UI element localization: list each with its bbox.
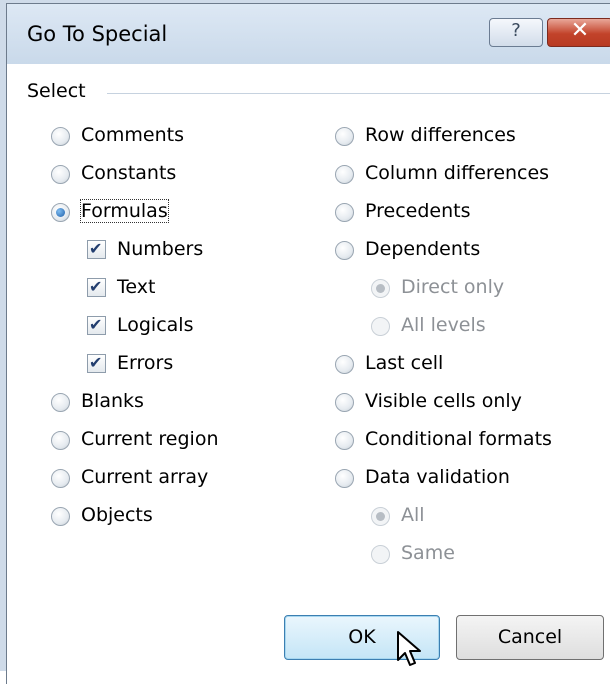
- radio-icon[interactable]: [335, 469, 354, 488]
- option-label: Current region: [81, 428, 219, 450]
- option-label: Data validation: [365, 466, 510, 488]
- checkbox-label: Text: [117, 276, 156, 298]
- radio-icon[interactable]: [51, 127, 70, 146]
- checkbox-checked-icon[interactable]: [87, 277, 106, 297]
- option-label: Conditional formats: [365, 428, 552, 450]
- option-label: Objects: [81, 504, 153, 526]
- radio-disabled-icon[interactable]: [371, 545, 390, 564]
- close-icon: ✕: [570, 18, 590, 43]
- checkbox-checked-icon[interactable]: [87, 239, 106, 259]
- screen-background: Go To Special ? ✕ Select Comments Consta…: [0, 0, 610, 684]
- option-label: All: [401, 504, 425, 526]
- radio-selected-icon[interactable]: [51, 203, 70, 222]
- option-label: Comments: [81, 124, 184, 146]
- title-bar: Go To Special ? ✕: [7, 4, 610, 64]
- select-group-label: Select: [27, 80, 86, 102]
- close-button[interactable]: ✕: [547, 18, 610, 47]
- radio-icon[interactable]: [335, 127, 354, 146]
- radio-icon[interactable]: [335, 165, 354, 184]
- radio-icon[interactable]: [51, 469, 70, 488]
- dialog-title: Go To Special: [27, 22, 168, 46]
- radio-disabled-icon[interactable]: [371, 317, 390, 336]
- option-label: Formulas: [80, 199, 169, 223]
- checkbox-checked-icon[interactable]: [87, 315, 106, 335]
- radio-icon[interactable]: [51, 165, 70, 184]
- group-divider: [107, 93, 610, 94]
- radio-icon[interactable]: [51, 507, 70, 526]
- dialog-body: Select Comments Constants Formulas Numbe…: [7, 64, 610, 684]
- radio-disabled-selected-icon[interactable]: [371, 279, 390, 298]
- checkbox-label: Errors: [117, 352, 174, 374]
- option-label: Row differences: [365, 124, 516, 146]
- option-label: All levels: [401, 314, 486, 336]
- radio-icon[interactable]: [335, 241, 354, 260]
- radio-icon[interactable]: [335, 393, 354, 412]
- option-label: Precedents: [365, 200, 471, 222]
- radio-disabled-selected-icon[interactable]: [371, 507, 390, 526]
- option-label: Constants: [81, 162, 177, 184]
- option-label: Visible cells only: [365, 390, 522, 412]
- option-label: Last cell: [365, 352, 444, 374]
- go-to-special-dialog: Go To Special ? ✕ Select Comments Consta…: [6, 3, 610, 684]
- checkbox-label: Numbers: [117, 238, 204, 260]
- option-label: Same: [401, 542, 455, 564]
- option-label: Direct only: [401, 276, 505, 298]
- option-label: Blanks: [81, 390, 144, 412]
- help-icon: ?: [511, 20, 521, 41]
- option-label: Dependents: [365, 238, 481, 260]
- mouse-pointer-icon: [397, 631, 421, 666]
- cancel-button[interactable]: Cancel: [456, 615, 604, 660]
- radio-icon[interactable]: [335, 355, 354, 374]
- option-label: Column differences: [365, 162, 550, 184]
- radio-icon[interactable]: [335, 203, 354, 222]
- radio-icon[interactable]: [51, 393, 70, 412]
- help-button[interactable]: ?: [489, 18, 543, 47]
- checkbox-checked-icon[interactable]: [87, 353, 106, 373]
- radio-icon[interactable]: [335, 431, 354, 450]
- radio-icon[interactable]: [51, 431, 70, 450]
- checkbox-label: Logicals: [117, 314, 194, 336]
- option-label: Current array: [81, 466, 209, 488]
